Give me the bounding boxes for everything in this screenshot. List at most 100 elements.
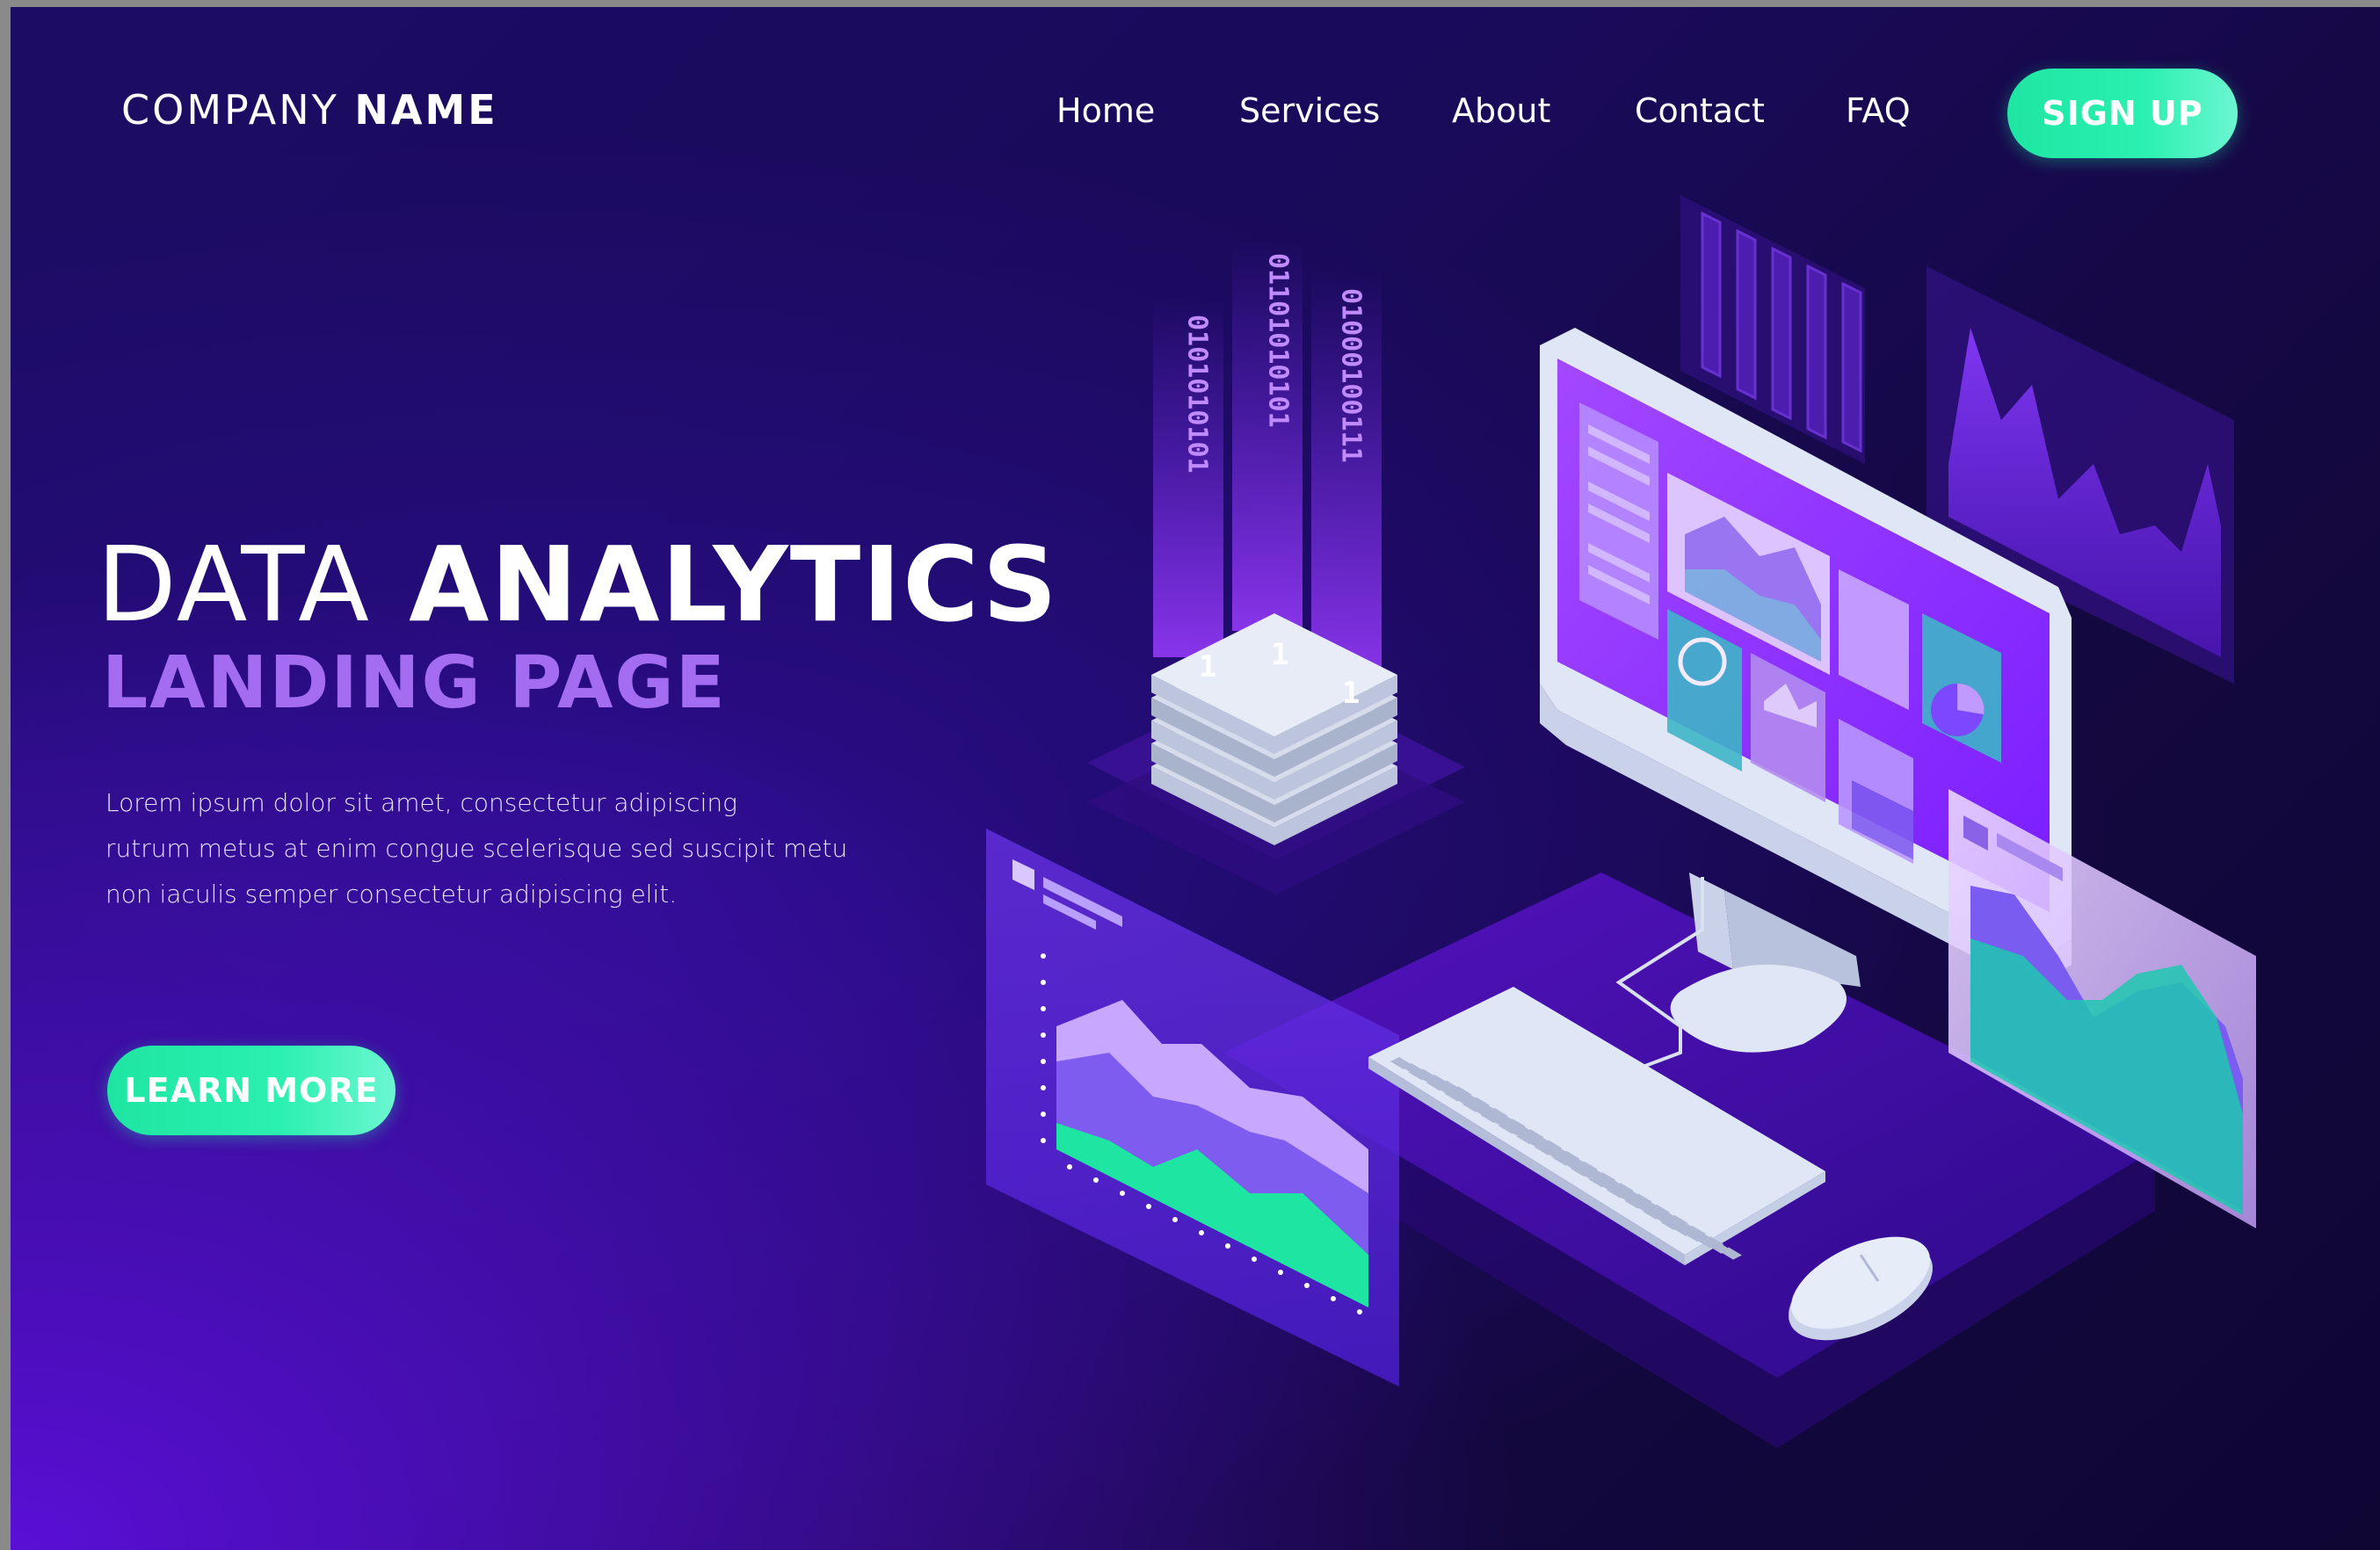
keyboard-key xyxy=(1528,1138,1550,1151)
landing-page: 0101010101 01101010101 01000100111 1 1 1 xyxy=(11,7,2380,1550)
server-layer-top xyxy=(1151,613,1397,736)
nav-link-about[interactable]: About xyxy=(1452,91,1550,130)
keyboard-key xyxy=(1708,1241,1731,1254)
binary-data-beams xyxy=(1153,240,1382,675)
keyboard-key xyxy=(1480,1111,1503,1123)
keyboard-key xyxy=(1498,1117,1520,1130)
keyboard-key xyxy=(1600,1180,1622,1193)
learn-more-button[interactable]: LEARN MORE xyxy=(107,1046,395,1135)
keyboard-key xyxy=(1426,1075,1448,1088)
keyboard-key xyxy=(1444,1085,1466,1098)
keyboard-key xyxy=(1485,1107,1508,1120)
keyboard-key xyxy=(1576,1165,1599,1178)
keyboard-key xyxy=(1607,1185,1629,1199)
nav-link-faq[interactable]: FAQ xyxy=(1846,91,1911,130)
sign-up-button[interactable]: SIGN UP xyxy=(2007,69,2238,158)
server-layer-side xyxy=(1151,698,1397,777)
hero-description-line: rutrum metus at enim congue scelerisque … xyxy=(105,834,848,863)
server-layer-top xyxy=(1151,636,1397,759)
keyboard-key xyxy=(1462,1096,1484,1109)
keyboard-key xyxy=(1636,1202,1658,1215)
keyboard-key xyxy=(1468,1101,1491,1113)
keyboard-key xyxy=(1540,1140,1562,1153)
keyboard-key xyxy=(1582,1166,1604,1179)
keyboard-key xyxy=(1642,1203,1665,1216)
binary-digits: 0101010101 01101010101 01000100111 xyxy=(1182,253,1367,474)
keyboard-key xyxy=(1504,1122,1527,1135)
keyboard-key xyxy=(1684,1226,1706,1239)
nav-link-contact[interactable]: Contact xyxy=(1635,91,1765,130)
isometric-analytics-illustration: 0101010101 01101010101 01000100111 1 1 1 xyxy=(986,195,2256,1448)
keyboard-key xyxy=(1660,1218,1683,1230)
nav-link-services[interactable]: Services xyxy=(1239,91,1380,130)
keyboard-key xyxy=(1654,1209,1676,1222)
binary-stream-text: 0101010101 xyxy=(1182,315,1213,474)
keyboard-key xyxy=(1510,1126,1533,1140)
keyboard-key xyxy=(1672,1220,1694,1233)
hero-description-line: Lorem ipsum dolor sit amet, consectetur … xyxy=(105,788,737,817)
keyboard-key xyxy=(1522,1133,1544,1146)
keyboard-key xyxy=(1588,1170,1610,1184)
keyboard-key xyxy=(1474,1105,1497,1119)
keyboard-key xyxy=(1630,1197,1652,1210)
left-floating-chart-panel xyxy=(986,829,1399,1387)
keyboard-key xyxy=(1408,1068,1431,1081)
hero-title-light: DATA xyxy=(97,524,371,645)
keyboard-key xyxy=(1492,1116,1514,1129)
keyboard-key xyxy=(1516,1132,1539,1145)
keyboard-key xyxy=(1498,1121,1520,1134)
keyboard-key xyxy=(1474,1102,1496,1115)
keyboard-key xyxy=(1643,1206,1665,1220)
keyboard-key xyxy=(1535,1142,1556,1155)
hero-description: Lorem ipsum dolor sit amet, consectetur … xyxy=(105,780,896,917)
keyboard-key xyxy=(1660,1213,1682,1227)
keyboard-key xyxy=(1696,1235,1718,1249)
keyboard-key xyxy=(1456,1095,1478,1108)
keyboard-key xyxy=(1629,1193,1652,1206)
server-layer-side xyxy=(1151,721,1397,800)
keyboard-key xyxy=(1402,1062,1425,1076)
keyboard-key xyxy=(1564,1159,1586,1172)
binary-cap-text: 1 xyxy=(1271,637,1288,672)
keyboard-key xyxy=(1414,1068,1436,1082)
server-layer-side xyxy=(1151,766,1397,845)
keyboard-key xyxy=(1648,1208,1671,1220)
keyboard-key xyxy=(1552,1149,1574,1162)
keyboard-key xyxy=(1720,1247,1742,1260)
keyboard-key xyxy=(1673,1223,1694,1236)
keyboard-key xyxy=(1438,1080,1460,1093)
keyboard-key xyxy=(1624,1192,1646,1206)
keyboard-key xyxy=(1486,1112,1508,1125)
company-logo[interactable]: COMPANY NAME xyxy=(121,86,498,134)
keyboard-key xyxy=(1594,1176,1616,1189)
keyboard-key xyxy=(1540,1143,1563,1156)
keyboard-key xyxy=(1636,1199,1658,1211)
keyboard-key xyxy=(1618,1187,1640,1200)
keyboard-key xyxy=(1491,1112,1514,1126)
keyboard-key xyxy=(1480,1106,1502,1119)
nav-link-home[interactable]: Home xyxy=(1056,91,1155,130)
keyboard-key xyxy=(1426,1078,1448,1091)
keyboard-key xyxy=(1666,1219,1688,1232)
keyboard-key xyxy=(1420,1073,1442,1086)
server-stack: 1 1 1 xyxy=(1151,613,1397,845)
keyboard-key xyxy=(1606,1182,1629,1195)
keyboard-key xyxy=(1654,1213,1677,1226)
background-area-chart-panel xyxy=(1926,266,2234,684)
keyboard-key xyxy=(1665,1214,1688,1228)
keyboard-key xyxy=(1521,1129,1544,1142)
keyboard-key xyxy=(1546,1145,1568,1157)
keyboard-key xyxy=(1570,1160,1593,1173)
binary-cap-text: 1 xyxy=(1342,676,1360,711)
binary-cap-text: 1 xyxy=(1199,649,1216,684)
server-layer-top xyxy=(1151,659,1397,782)
keyboard-key xyxy=(1582,1170,1605,1183)
keyboard-key xyxy=(1527,1134,1550,1147)
floor-platform xyxy=(1223,873,2155,1448)
keyboard-key xyxy=(1618,1191,1641,1205)
keyboard-key xyxy=(1516,1128,1538,1141)
keyboard-key xyxy=(1593,1172,1616,1185)
keyboard-key xyxy=(1438,1084,1461,1097)
server-layer-top xyxy=(1151,682,1397,805)
keyboard-key xyxy=(1468,1097,1490,1110)
